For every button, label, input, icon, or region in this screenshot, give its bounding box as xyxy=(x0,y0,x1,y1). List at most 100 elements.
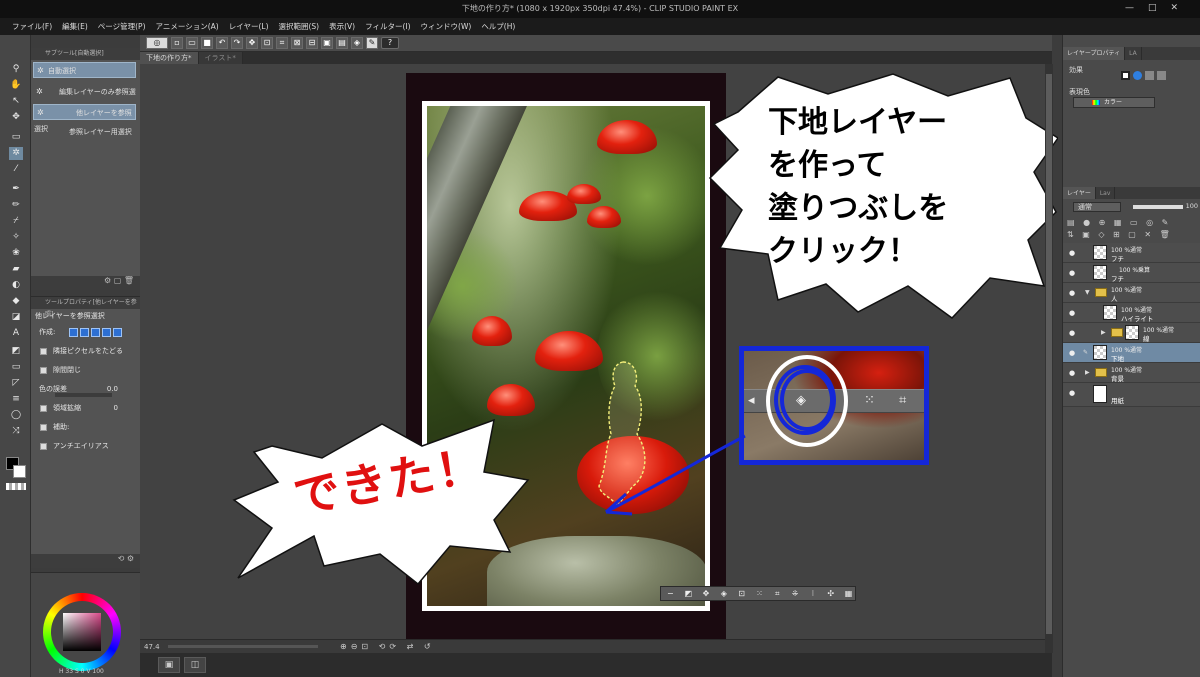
fill-tool-icon[interactable]: ◆ xyxy=(9,295,23,308)
checkbox[interactable] xyxy=(40,367,47,374)
subtool-settings-icon[interactable]: ⚙ xyxy=(104,276,111,285)
navigator-icon[interactable]: ▣ xyxy=(158,657,180,673)
app-logo-icon[interactable]: ◎ xyxy=(146,37,168,49)
window-controls[interactable]: —□✕ xyxy=(1125,3,1192,13)
menu-help[interactable]: ヘルプ(H) xyxy=(481,21,515,32)
fill-selection-icon[interactable]: ◈ xyxy=(717,589,730,598)
subtool-item-auto-select[interactable]: ✲ 自動選択 xyxy=(33,62,136,78)
eye-icon[interactable]: ● xyxy=(1069,289,1075,297)
new-file-icon[interactable]: ▫ xyxy=(171,37,183,49)
layer-row[interactable]: ● 100 %通常 フチ xyxy=(1063,243,1200,263)
menu-animation[interactable]: アニメーション(A) xyxy=(156,21,219,32)
eye-icon[interactable]: ● xyxy=(1069,309,1075,317)
checkbox[interactable] xyxy=(40,348,47,355)
move-icon[interactable]: ✣ xyxy=(824,589,837,598)
minimize-button[interactable]: — xyxy=(1125,3,1148,13)
pencil-tool-icon[interactable]: ✏ xyxy=(9,199,23,212)
checkbox[interactable] xyxy=(40,443,47,450)
redo-icon[interactable]: ↷ xyxy=(231,37,243,49)
tab-canvas-2[interactable]: イラスト* xyxy=(198,52,243,64)
transform-icon[interactable]: ✥ xyxy=(700,589,713,598)
eraser-tool-icon[interactable]: ▰ xyxy=(9,263,23,276)
eye-icon[interactable]: ● xyxy=(1069,249,1075,257)
tab-search-layer[interactable]: LA xyxy=(1125,47,1142,60)
layer-row[interactable]: ● 100 %乗算 フチ xyxy=(1063,263,1200,283)
prop-antialias[interactable]: アンチエイリアス xyxy=(31,437,140,456)
text-tool-icon[interactable]: A xyxy=(9,327,23,340)
transform-icon[interactable]: ✥ xyxy=(246,37,258,49)
reset-icon[interactable]: ⟲ xyxy=(118,554,125,563)
prop-area-scaling[interactable]: 領域拡縮 0 xyxy=(31,399,140,418)
folder-expand-icon[interactable]: ▼ xyxy=(1085,289,1090,296)
extract-line-icon[interactable] xyxy=(1133,71,1142,80)
settings-icon[interactable]: ▦ xyxy=(842,589,855,598)
eye-icon[interactable]: ● xyxy=(1069,349,1075,357)
prop-create-mode[interactable]: 作成: xyxy=(31,323,140,342)
layer-color-icon[interactable] xyxy=(1157,71,1166,80)
prop-assist[interactable]: 補助: xyxy=(31,418,140,437)
border-effect-icon[interactable] xyxy=(1121,71,1130,80)
menu-selection[interactable]: 選択範囲(S) xyxy=(279,21,320,32)
scroll-thumb[interactable] xyxy=(1046,74,1052,634)
zoom-slider[interactable] xyxy=(168,645,318,648)
operation-tool-icon[interactable]: ↖ xyxy=(9,95,23,108)
eraser-icon[interactable]: ◩ xyxy=(682,589,695,598)
color-margin-slider[interactable] xyxy=(55,393,112,397)
prop-color-margin[interactable]: 色の誤差 0.0 xyxy=(31,380,140,399)
animation-icon[interactable]: ◫ xyxy=(184,657,206,673)
shrink-icon[interactable]: ⁝ xyxy=(807,589,820,598)
eyedropper-tool-icon[interactable]: ⁄ xyxy=(9,163,23,176)
grid-icon[interactable]: ⁙ xyxy=(753,589,766,598)
checkbox[interactable] xyxy=(40,424,47,431)
gradient-tool-icon[interactable]: ◪ xyxy=(9,311,23,324)
menu-filter[interactable]: フィルター(I) xyxy=(365,21,410,32)
menu-window[interactable]: ウィンドウ(W) xyxy=(421,21,472,32)
eye-icon[interactable]: ● xyxy=(1069,269,1075,277)
layer-command-icons[interactable]: ▤ ● ⊕ ▦ ▭ ◎ ✎ ⇅ ▣ ◇ ⊞ ▢ ✕ 🗑 xyxy=(1067,217,1199,241)
line-correct-tool-icon[interactable]: ⤨ xyxy=(9,425,23,438)
subtool-delete-icon[interactable]: 🗑 xyxy=(124,276,134,285)
layer-folder-row[interactable]: ● ▼ 100 %通常 人 xyxy=(1063,283,1200,303)
menu-view[interactable]: 表示(V) xyxy=(329,21,355,32)
menu-layer[interactable]: レイヤー(L) xyxy=(229,21,269,32)
checkbox[interactable] xyxy=(40,405,47,412)
gradient-fill-icon[interactable]: ◩ xyxy=(9,345,23,358)
tab-other[interactable]: Lav xyxy=(1095,187,1116,199)
eye-icon[interactable]: ● xyxy=(1069,369,1075,377)
folder-expand-icon[interactable]: ▶ xyxy=(1085,369,1090,376)
canvas-vertical-scrollbar[interactable] xyxy=(1045,64,1053,653)
saturation-value-square[interactable] xyxy=(63,613,101,651)
move-layer-tool-icon[interactable]: ✥ xyxy=(9,111,23,124)
folder-expand-icon[interactable]: ▶ xyxy=(1101,329,1106,336)
tab-canvas-1[interactable]: 下地の作り方* xyxy=(140,52,199,64)
selection-area-icon[interactable]: ▣ xyxy=(321,37,333,49)
airbrush-tool-icon[interactable]: ✧ xyxy=(9,231,23,244)
collapse-icon[interactable]: − xyxy=(664,589,677,598)
selection-mode-icons[interactable] xyxy=(69,328,122,337)
deselect-icon[interactable]: ⊠ xyxy=(291,37,303,49)
open-file-icon[interactable]: ▭ xyxy=(186,37,198,49)
subtool-item-refer-other-layer[interactable]: ✲ 他レイヤーを参照選択 xyxy=(33,104,136,133)
blend-mode-select[interactable]: 通常 xyxy=(1073,202,1121,212)
tone-icon[interactable] xyxy=(1145,71,1154,80)
pen-icon[interactable]: ✎ xyxy=(366,37,378,49)
layer-row-selected[interactable]: ● ✎ 100 %通常 下地 xyxy=(1063,343,1200,363)
eye-icon[interactable]: ● xyxy=(1069,329,1075,337)
hand-tool-icon[interactable]: ✋ xyxy=(9,79,23,92)
prop-follow-adjacent[interactable]: 隣接ピクセルをたどる xyxy=(31,342,140,361)
prop-close-gap[interactable]: 隙間閉じ xyxy=(31,361,140,380)
ruler-tool-icon[interactable]: ≡ xyxy=(9,393,23,406)
settings-icon[interactable]: ⚙ xyxy=(127,554,134,563)
tab-layer-property[interactable]: レイヤープロパティ xyxy=(1063,47,1126,60)
layer-row[interactable]: ● 100 %通常 ハイライト xyxy=(1063,303,1200,323)
sub-color-swatch[interactable] xyxy=(13,465,26,478)
figure-tool-icon[interactable]: ▭ xyxy=(9,361,23,374)
maximize-button[interactable]: □ xyxy=(1148,3,1171,13)
invert-selection-icon[interactable]: ⊟ xyxy=(306,37,318,49)
subtool-item-reference-layer[interactable]: 参照レイヤー用選択 xyxy=(33,124,136,140)
auto-select-tool-icon[interactable]: ✲ xyxy=(9,147,23,160)
subtool-copy-icon[interactable]: ▢ xyxy=(114,276,122,285)
color-wheel[interactable] xyxy=(43,593,121,671)
transparent-color-swatch[interactable] xyxy=(6,483,26,490)
brush-tool-icon[interactable]: ⌿ xyxy=(9,215,23,228)
